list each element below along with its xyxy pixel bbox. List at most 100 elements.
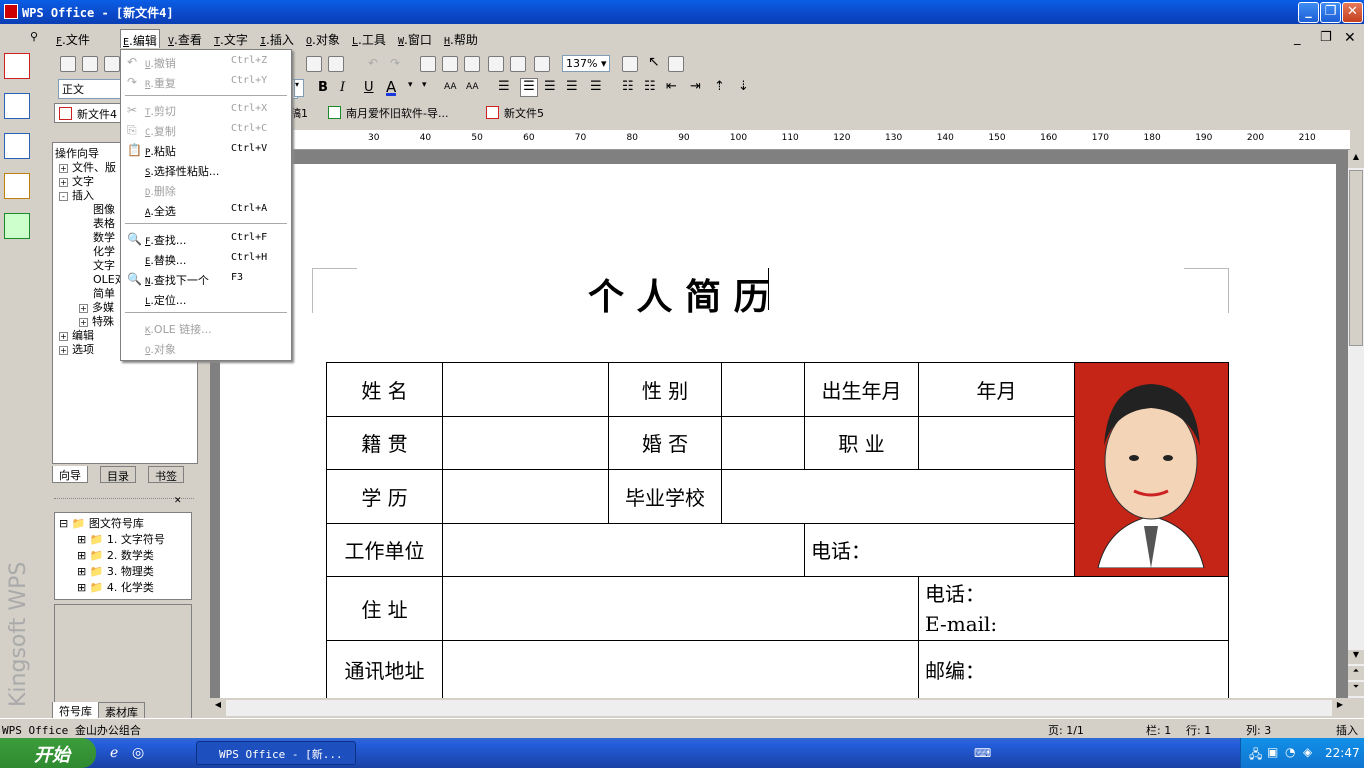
format-painter-icon[interactable] [328, 56, 344, 72]
browser-icon[interactable] [4, 213, 30, 239]
menu-item-find-next[interactable]: N.查找下一个 F3 [145, 272, 243, 288]
mail-icon[interactable] [4, 173, 30, 199]
minimize-button[interactable]: _ [1298, 2, 1319, 23]
field-mailing-address[interactable] [442, 640, 919, 698]
doc-close-button[interactable]: ✕ [1344, 30, 1356, 46]
style-dropdown-arrow[interactable]: ▾ [294, 79, 304, 97]
menu-edit[interactable]: E.编辑 [120, 29, 160, 48]
taskbar-wps-window[interactable]: WPS Office - [新... [196, 741, 356, 765]
page-setup-icon[interactable] [534, 56, 550, 72]
close-button[interactable]: ✕ [1342, 2, 1363, 23]
tab-new-file-4[interactable]: 新文件4 [54, 103, 124, 123]
tray-sound-icon[interactable]: ◔ [1285, 745, 1295, 759]
horizontal-scrollbar[interactable]: ◀ ▶ [210, 700, 1348, 716]
align-center-button[interactable]: ☰ [520, 78, 538, 97]
label-work-phone[interactable]: 电话： [804, 522, 1075, 577]
next-page-button[interactable]: ⏷ [1348, 682, 1364, 696]
decrease-indent-button[interactable]: ⇤ [666, 79, 677, 94]
field-school[interactable] [721, 469, 1075, 524]
increase-indent-button[interactable]: ⇥ [690, 79, 701, 94]
status-insert-mode[interactable]: 插入 [1336, 722, 1358, 738]
menu-tools[interactable]: L.工具 [352, 31, 386, 48]
new-doc-icon[interactable] [60, 56, 76, 72]
field-address[interactable] [442, 576, 919, 641]
line-spacing-down-button[interactable]: ⇣ [738, 79, 749, 94]
vertical-scrollbar[interactable]: ▲ ▼ ⏶ ⏷ [1348, 152, 1364, 698]
insert-frame-icon[interactable] [464, 56, 480, 72]
tray-network-icon[interactable]: 🖧 [1249, 745, 1262, 766]
scroll-up-button[interactable]: ▲ [1348, 152, 1364, 168]
tab-new-file-5[interactable]: 新文件5 [482, 103, 550, 123]
bold-button[interactable]: B [318, 80, 328, 95]
tab-toc[interactable]: 目录 [100, 466, 136, 483]
tab-nanyue-software[interactable]: 南月爱怀旧软件-导... [324, 103, 454, 123]
tab-bookmarks[interactable]: 书签 [148, 466, 184, 483]
menu-view[interactable]: V.查看 [168, 31, 202, 48]
tray-vm-icon[interactable]: ▣ [1267, 745, 1278, 759]
quicklaunch-icon[interactable]: ◎ [132, 745, 144, 761]
print-icon[interactable] [622, 56, 638, 72]
tree-item[interactable]: + 选项 [59, 341, 94, 357]
horizontal-ruler[interactable]: 30 40 50 60 70 80 90 100 110 120 130 140 150 160 170 18… [210, 130, 1350, 150]
insert-object-icon[interactable] [510, 56, 526, 72]
menu-item-object[interactable]: O.对象 [145, 341, 176, 357]
grow-font-button[interactable]: AA [444, 82, 457, 92]
menu-window[interactable]: W.窗口 [398, 31, 432, 48]
number-list-button[interactable]: ☷ [644, 79, 656, 94]
align-left-button[interactable]: ☰ [498, 79, 510, 94]
distribute-button[interactable]: ☰ [590, 79, 602, 94]
tab-material-library[interactable]: 素材库 [98, 702, 145, 719]
menu-text[interactable]: T.文字 [214, 31, 248, 48]
menu-item-copy[interactable]: C.复制 Ctrl+C [145, 123, 267, 139]
italic-button[interactable]: I [340, 80, 345, 95]
tray-security-icon[interactable]: ◈ [1303, 745, 1312, 759]
scroll-down-button[interactable]: ▼ [1348, 650, 1364, 664]
tab-wizard[interactable]: 向导 [52, 466, 88, 483]
field-education[interactable] [442, 469, 609, 524]
shrink-font-button[interactable]: AA [466, 82, 479, 92]
justify-button[interactable]: ☰ [566, 79, 578, 94]
menu-insert[interactable]: I.插入 [260, 31, 294, 48]
hyperlink-icon[interactable] [420, 56, 436, 72]
zoom-select[interactable]: 137% ▾ [562, 55, 610, 72]
keyboard-icon[interactable]: ⌨ [974, 746, 991, 760]
field-gender[interactable] [721, 362, 805, 417]
menu-item-paste[interactable]: P.粘贴 Ctrl+V [145, 143, 267, 159]
label-postcode[interactable]: 邮编： [918, 640, 1229, 698]
panel-close-icon[interactable]: ✕ [174, 496, 182, 506]
spreadsheet-icon[interactable] [4, 93, 30, 119]
symbol-tree-root[interactable]: ⊟ 📁 图文符号库 [59, 515, 144, 531]
scroll-left-button[interactable]: ◀ [210, 700, 226, 716]
menu-item-select-all[interactable]: A.全选 Ctrl+A [145, 203, 267, 219]
field-native-place[interactable] [442, 415, 609, 470]
pin-icon[interactable]: ⚲ [30, 30, 38, 43]
menu-file[interactable]: F.文件 [56, 31, 90, 48]
menu-item-ole-link[interactable]: K.OLE 链接... [145, 321, 212, 337]
bullet-list-button[interactable]: ☷ [622, 79, 634, 94]
document-page[interactable]: 个 人 简 历 姓 名 性 别 出生年月 年月 籍 贯 婚 否 职 业 学 历 … [220, 164, 1336, 698]
symbol-tree-item[interactable]: ⊞ 📁 3. 物理类 [77, 563, 154, 579]
menu-item-delete[interactable]: D.删除 [145, 183, 176, 199]
field-employer[interactable] [442, 522, 805, 577]
menu-item-replace[interactable]: E.替换... Ctrl+H [145, 252, 267, 268]
redo-icon[interactable]: ↷ [390, 56, 400, 70]
doc-restore-button[interactable]: ❐ [1320, 30, 1332, 45]
save-icon[interactable] [104, 56, 120, 72]
paste-icon[interactable] [306, 56, 322, 72]
field-birth[interactable]: 年月 [918, 362, 1075, 417]
symbol-tree-item[interactable]: ⊞ 📁 1. 文字符号 [77, 531, 165, 547]
menu-item-goto[interactable]: L.定位... [145, 292, 186, 308]
symbol-tree-item[interactable]: ⊞ 📁 4. 化学类 [77, 579, 154, 595]
wps-app-icon[interactable] [4, 4, 18, 19]
photo-cell[interactable] [1074, 362, 1229, 577]
tray-clock[interactable]: 22:47 [1325, 746, 1360, 760]
menu-item-cut[interactable]: T.剪切 Ctrl+X [145, 103, 267, 119]
tab-symbol-library[interactable]: 符号库 [52, 702, 99, 719]
tree-item[interactable]: - 插入 [59, 187, 94, 203]
underline-button[interactable]: U [364, 80, 374, 95]
symbol-tree-item[interactable]: ⊞ 📁 2. 数学类 [77, 547, 154, 563]
open-folder-icon[interactable] [82, 56, 98, 72]
field-occupation[interactable] [918, 415, 1075, 470]
insert-table-icon[interactable] [488, 56, 504, 72]
align-right-button[interactable]: ☰ [544, 79, 556, 94]
